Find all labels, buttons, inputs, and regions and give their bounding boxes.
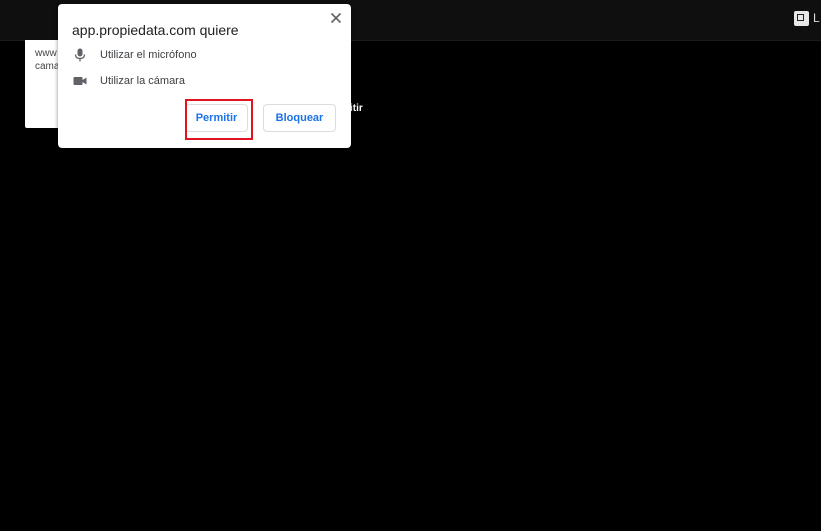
permission-label-microphone: Utilizar el micrófono <box>100 49 197 61</box>
permission-label-camera: Utilizar la cámara <box>100 75 185 87</box>
permission-row-microphone: Utilizar el micrófono <box>72 47 197 63</box>
microphone-icon <box>72 47 88 63</box>
close-icon[interactable] <box>328 10 344 26</box>
permission-dialog-title: app.propiedata.com quiere <box>72 22 239 38</box>
allow-button-highlight <box>185 99 253 140</box>
camera-icon <box>72 73 88 89</box>
background-notice-line-1: www <box>35 48 57 59</box>
top-bar-label: L <box>813 11 820 25</box>
permission-row-camera: Utilizar la cámara <box>72 73 185 89</box>
block-button[interactable]: Bloquear <box>263 104 336 132</box>
browser-screen: L www cama itir app.propiedata.com quier… <box>0 0 821 531</box>
window-restore-icon[interactable] <box>794 11 809 26</box>
background-button-text: itir <box>350 103 363 114</box>
background-notice-line-2: cama <box>35 61 60 72</box>
